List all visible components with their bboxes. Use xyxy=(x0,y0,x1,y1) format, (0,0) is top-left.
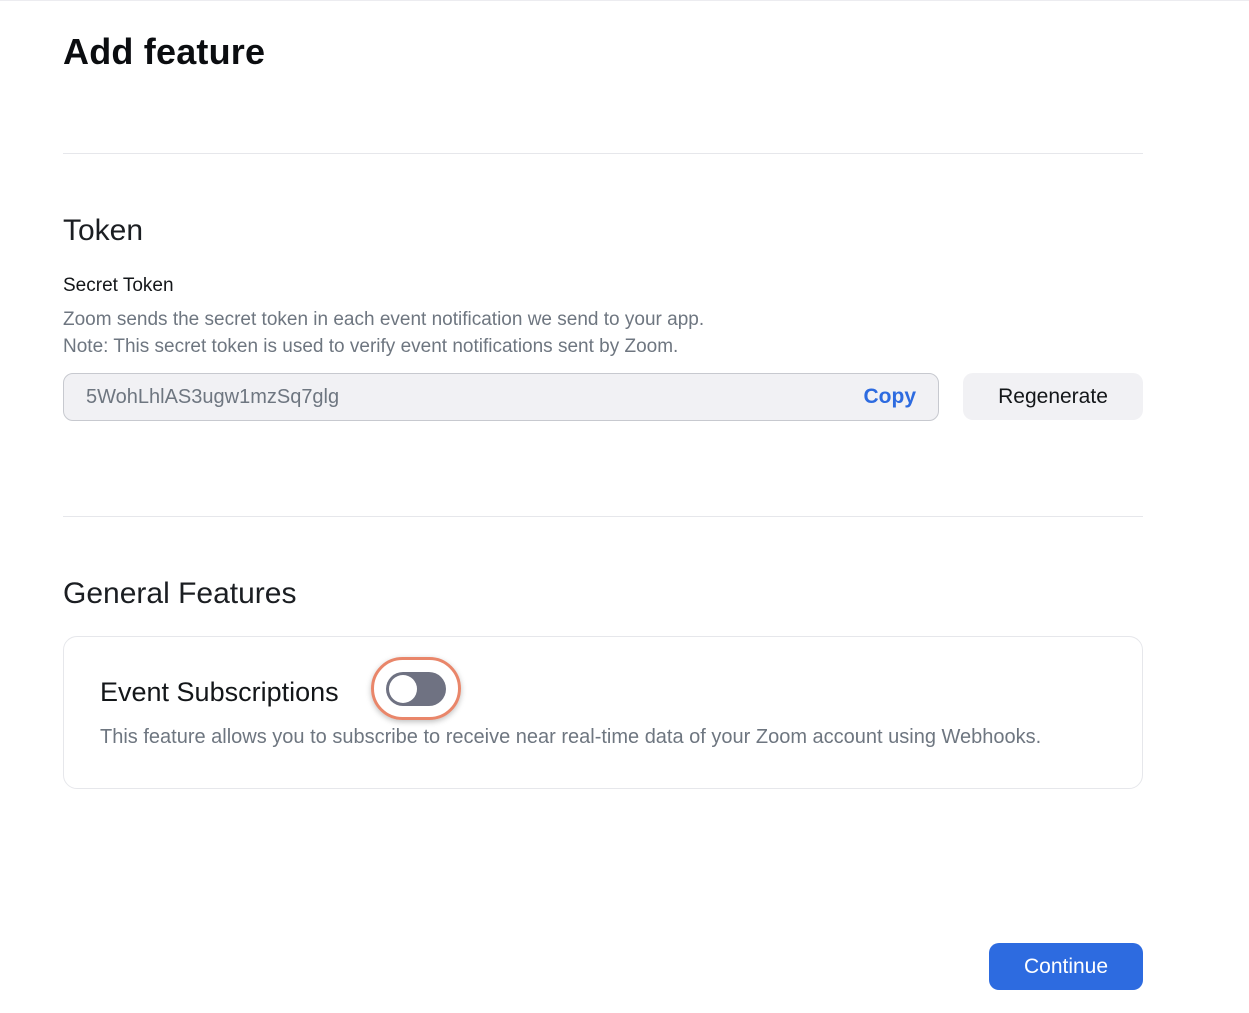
add-feature-page: Add feature Token Secret Token Zoom send… xyxy=(0,0,1249,1013)
divider xyxy=(63,516,1143,517)
toggle-knob xyxy=(389,674,417,703)
secret-token-help-text: Zoom sends the secret token in each even… xyxy=(63,309,705,330)
copy-token-button[interactable]: Copy xyxy=(864,385,917,409)
toggle-track xyxy=(386,671,446,706)
secret-token-value: 5WohLhlAS3ugw1mzSq7glg xyxy=(86,385,340,408)
divider xyxy=(63,153,1143,154)
event-subscriptions-description: This feature allows you to subscribe to … xyxy=(100,726,1042,748)
event-subscriptions-title: Event Subscriptions xyxy=(100,677,339,707)
regenerate-token-button[interactable]: Regenerate xyxy=(963,373,1143,420)
general-features-section-title: General Features xyxy=(63,577,297,610)
event-subscriptions-toggle[interactable] xyxy=(371,657,461,720)
event-subscriptions-card: Event Subscriptions This feature allows … xyxy=(63,636,1143,789)
token-section-title: Token xyxy=(63,214,144,247)
secret-token-field[interactable]: 5WohLhlAS3ugw1mzSq7glg Copy xyxy=(63,373,939,421)
secret-token-note-text: Note: This secret token is used to verif… xyxy=(63,336,679,357)
continue-button[interactable]: Continue xyxy=(989,943,1143,990)
page-title: Add feature xyxy=(63,31,266,72)
secret-token-label: Secret Token xyxy=(63,275,174,296)
